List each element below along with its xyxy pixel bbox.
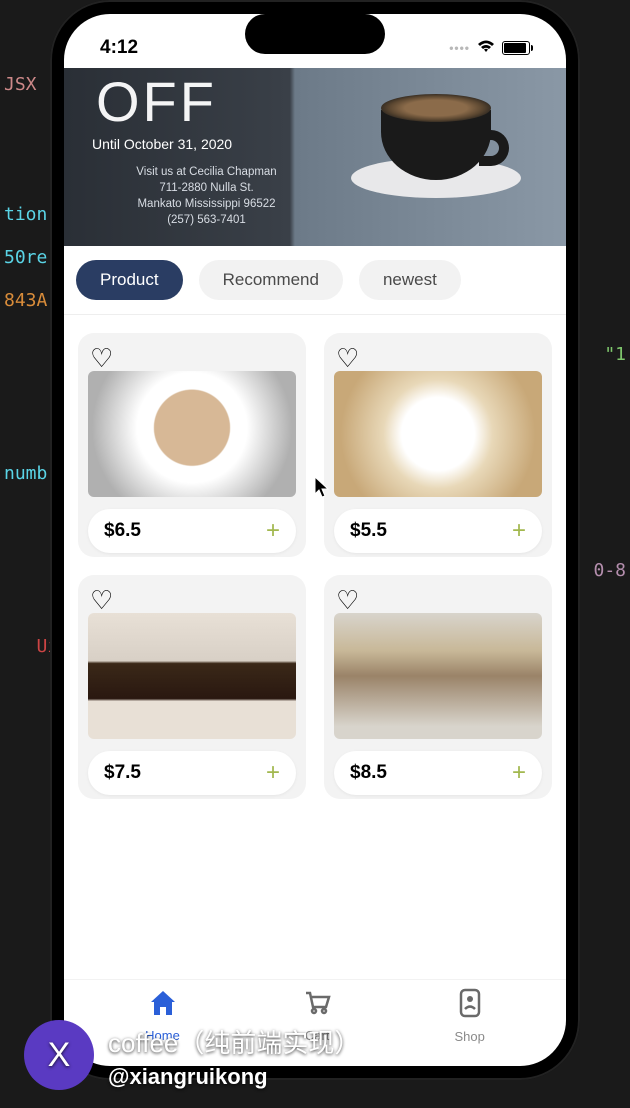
category-tabs: Product Recommend newest — [64, 246, 566, 315]
promo-headline: OFF — [96, 74, 325, 130]
heart-icon[interactable]: ♡ — [336, 585, 359, 616]
wifi-icon — [476, 38, 496, 59]
price-pill: $7.5 + — [88, 751, 296, 795]
product-card[interactable]: ♡ $7.5 + — [78, 575, 306, 799]
avatar[interactable]: X — [24, 1020, 94, 1090]
product-card[interactable]: ♡ $8.5 + — [324, 575, 552, 799]
product-image — [334, 371, 542, 497]
battery-icon — [502, 41, 530, 55]
price-label: $7.5 — [104, 762, 141, 784]
video-title: coffee（纯前端实现） — [108, 1023, 360, 1060]
product-image — [88, 613, 296, 739]
product-image — [88, 371, 296, 497]
tab-recommend[interactable]: Recommend — [199, 260, 343, 300]
price-label: $5.5 — [350, 520, 387, 542]
product-image — [334, 613, 542, 739]
editor-background-right: "1 0-8 — [589, 270, 630, 1108]
price-label: $8.5 — [350, 762, 387, 784]
product-card[interactable]: ♡ $6.5 + — [78, 333, 306, 557]
product-grid: ♡ $6.5 + ♡ $5.5 + ♡ — [64, 315, 566, 829]
add-button[interactable]: + — [512, 761, 526, 785]
promo-date: Until October 31, 2020 — [92, 136, 325, 152]
promo-address: Visit us at Cecilia Chapman 711-2880 Nul… — [88, 164, 325, 228]
price-pill: $8.5 + — [334, 751, 542, 795]
price-pill: $6.5 + — [88, 509, 296, 553]
screen: 4:12 •••• OFF Until October 31, 2020 Vis… — [64, 14, 566, 1066]
phone-frame: 4:12 •••• OFF Until October 31, 2020 Vis… — [50, 0, 580, 1080]
price-label: $6.5 — [104, 520, 141, 542]
tab-product[interactable]: Product — [76, 260, 183, 300]
heart-icon[interactable]: ♡ — [90, 585, 113, 616]
cellular-icon: •••• — [449, 41, 470, 55]
add-button[interactable]: + — [512, 519, 526, 543]
add-button[interactable]: + — [266, 519, 280, 543]
heart-icon[interactable]: ♡ — [336, 343, 359, 374]
price-pill: $5.5 + — [334, 509, 542, 553]
video-overlay: X coffee（纯前端实现） @xiangruikong — [0, 1010, 630, 1108]
notch — [245, 14, 385, 54]
add-button[interactable]: + — [266, 761, 280, 785]
promo-banner[interactable]: OFF Until October 31, 2020 Visit us at C… — [64, 68, 566, 246]
status-time: 4:12 — [100, 37, 138, 59]
tab-newest[interactable]: newest — [359, 260, 461, 300]
product-card[interactable]: ♡ $5.5 + — [324, 333, 552, 557]
coffee-cup-image — [356, 98, 516, 198]
author-handle[interactable]: @xiangruikong — [108, 1064, 360, 1090]
heart-icon[interactable]: ♡ — [90, 343, 113, 374]
